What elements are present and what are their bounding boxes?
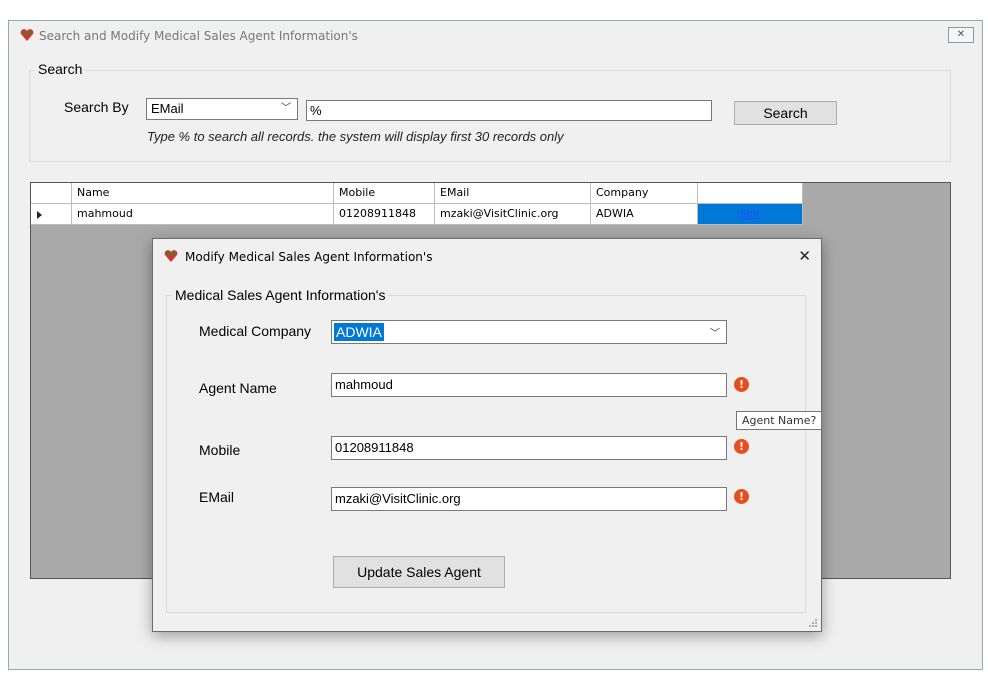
- main-title-bar: Search and Modify Medical Sales Agent In…: [9, 21, 982, 51]
- mobile-error-icon[interactable]: !: [734, 439, 749, 454]
- search-hint: Type % to search all records. the system…: [147, 129, 564, 144]
- agent-name-label: Agent Name: [199, 380, 277, 396]
- email-input[interactable]: mzaki@VisitClinic.org: [331, 487, 727, 511]
- agent-info-group-title: Medical Sales Agent Information's: [172, 287, 389, 303]
- cell-name[interactable]: mahmoud: [72, 204, 334, 225]
- column-header-email[interactable]: EMail: [435, 183, 591, 204]
- column-header-action: [698, 183, 803, 204]
- email-error-icon[interactable]: !: [734, 489, 749, 504]
- dialog-title: Modify Medical Sales Agent Information's: [185, 250, 433, 264]
- search-query-input[interactable]: %: [306, 100, 712, 121]
- close-icon: ✕: [956, 29, 966, 40]
- update-sales-agent-button[interactable]: Update Sales Agent: [333, 556, 505, 588]
- cell-mobile[interactable]: 01208911848: [334, 204, 435, 225]
- mobile-input[interactable]: 01208911848: [331, 436, 727, 460]
- app-icon: [20, 29, 34, 41]
- main-close-button[interactable]: ✕: [948, 27, 974, 43]
- search-by-select[interactable]: EMail ﹀: [146, 98, 298, 120]
- search-by-value: EMail: [151, 101, 184, 116]
- search-by-label: Search By: [64, 99, 129, 115]
- company-select[interactable]: ADWIA ﹀: [331, 320, 727, 344]
- mobile-label: Mobile: [199, 442, 241, 458]
- resize-grip-icon[interactable]: [808, 618, 818, 628]
- column-header-name[interactable]: Name: [72, 183, 334, 204]
- validation-tooltip: Agent Name?: [736, 411, 823, 430]
- row-header-corner: [31, 183, 72, 204]
- agent-name-input[interactable]: mahmoud: [331, 373, 727, 397]
- search-group-title: Search: [35, 61, 86, 77]
- triangle-right-icon: [37, 211, 42, 219]
- company-value: ADWIA: [334, 323, 384, 341]
- edit-link[interactable]: Edit: [740, 209, 759, 220]
- cell-company[interactable]: ADWIA: [591, 204, 698, 225]
- search-button[interactable]: Search: [734, 101, 837, 125]
- modify-dialog: Modify Medical Sales Agent Information's…: [152, 238, 822, 632]
- main-window-title: Search and Modify Medical Sales Agent In…: [39, 29, 358, 43]
- column-header-company[interactable]: Company: [591, 183, 698, 204]
- email-label: EMail: [199, 489, 235, 505]
- chevron-down-icon: ﹀: [710, 328, 720, 340]
- search-query-value: %: [310, 103, 322, 118]
- agent-name-error-icon[interactable]: !: [734, 377, 749, 392]
- cell-email[interactable]: mzaki@VisitClinic.org: [435, 204, 591, 225]
- app-icon: [164, 250, 178, 262]
- dialog-close-button[interactable]: ✕: [798, 247, 811, 265]
- row-selector[interactable]: [31, 204, 72, 225]
- chevron-down-icon: ﹀: [281, 103, 291, 114]
- company-label: Medical Company: [199, 323, 312, 339]
- close-icon: ✕: [798, 248, 811, 265]
- cell-edit-link[interactable]: Edit: [698, 204, 803, 225]
- column-header-mobile[interactable]: Mobile: [334, 183, 435, 204]
